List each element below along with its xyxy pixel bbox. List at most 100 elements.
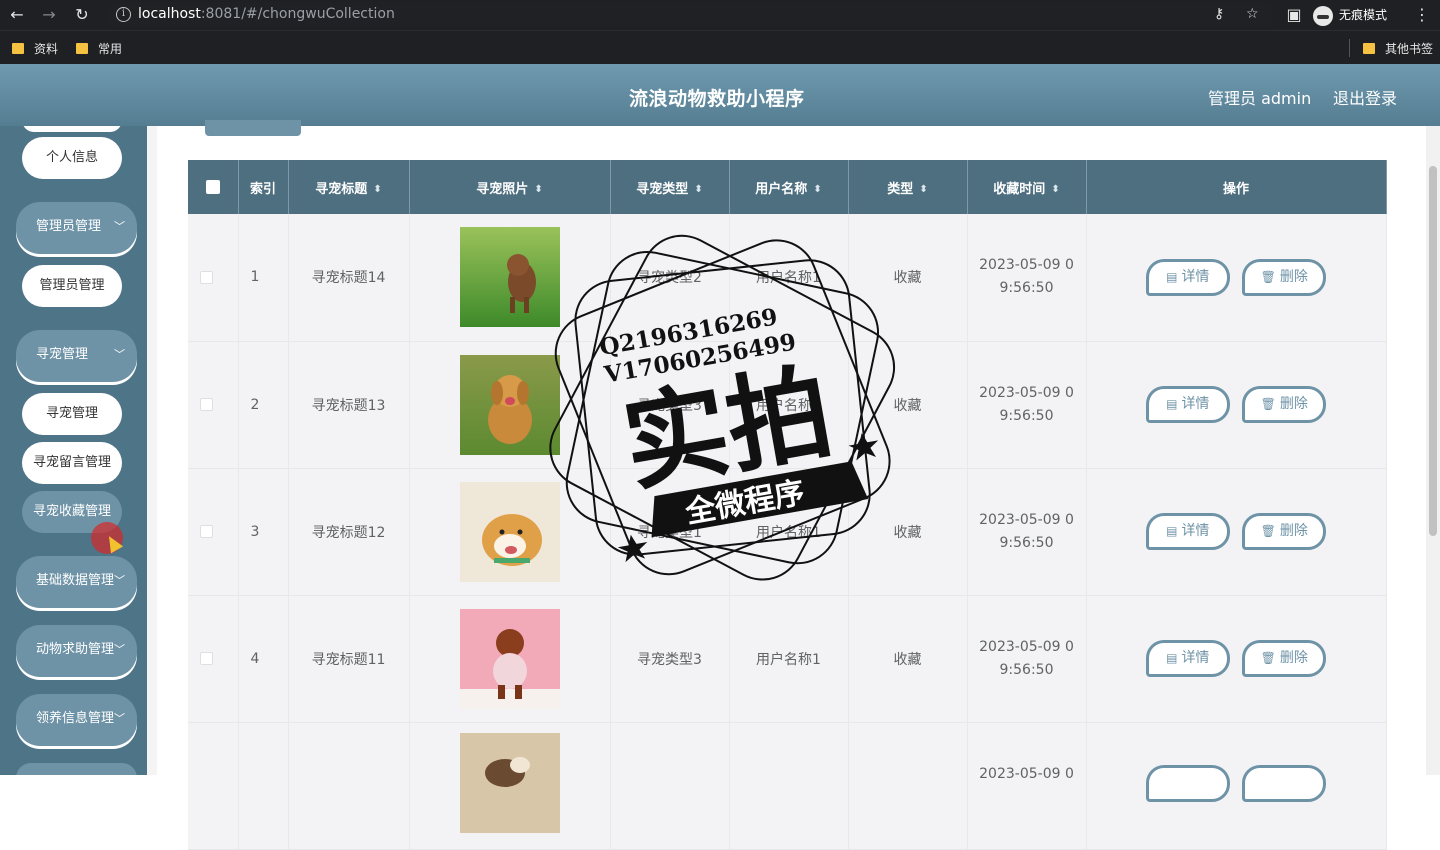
page-scrollbar[interactable] [1426,126,1440,775]
back-icon[interactable]: ← [6,4,28,26]
cell-ops [1086,722,1387,850]
detail-button[interactable] [1145,764,1230,802]
cell-index: 2 [238,341,289,469]
sidebar-group-admin[interactable]: 管理员管理 ﹀ [16,202,137,254]
table-header-row: 索引 寻宠标题 ⬍ 寻宠照片 ⬍ 寻宠类型 ⬍ 用户名称 ⬍ 类型 ⬍ 收藏时间 ⬍ 操作 [188,160,1387,214]
select-all-header[interactable] [188,160,239,214]
sidebar-group-cut[interactable] [16,763,137,775]
row-checkbox[interactable] [200,652,213,665]
detail-button[interactable]: ▤ 详情 [1145,513,1230,550]
bookmarks-bar: 资料 常用 其他书签 [0,30,1440,64]
table-row: 2 寻宠标题13 寻宠类型3 用户名称1 收藏 2023-05-09 0 9:56… [188,341,1387,469]
sidebar-item-profile[interactable]: 个人信息 [22,137,122,179]
sidebar-group-rescue[interactable]: 动物求助管理 ﹀ [16,625,137,677]
key-icon[interactable]: ⚷ [1214,6,1224,22]
menu-icon[interactable]: ⋮ [1411,4,1433,26]
row-select[interactable] [188,468,239,596]
select-all-checkbox[interactable] [205,180,220,194]
document-icon: ▤ [1166,651,1178,665]
document-icon: ▤ [1166,269,1178,284]
pet-photo[interactable] [459,227,560,328]
sort-icon[interactable]: ⬍ [1051,184,1059,195]
cell-title: 寻宠标题14 [288,214,410,342]
scrollbar-thumb[interactable] [1429,166,1437,536]
cell-photo [409,722,611,850]
pet-photo[interactable] [459,732,560,833]
sort-icon[interactable]: ⬍ [919,184,927,195]
cell-index: 3 [238,468,289,596]
app-title: 流浪动物救助小程序 [629,88,805,110]
row-select[interactable] [188,722,239,850]
row-checkbox[interactable] [200,525,213,538]
col-photo[interactable]: 寻宠照片 ⬍ [409,160,611,214]
delete-button[interactable]: 🗑 删除 [1242,640,1327,677]
delete-button[interactable]: 🗑 删除 [1242,258,1327,296]
sidebar-item-findpet-messages[interactable]: 寻宠留言管理 [22,442,122,484]
cell-time: 2023-05-09 0 [967,722,1087,850]
bookmark-folder[interactable]: 常用 [76,40,122,57]
sort-icon[interactable]: ⬍ [813,184,821,195]
chevron-down-icon: ﹀ [114,574,125,587]
cell-time: 2023-05-09 0 9:56:50 [967,468,1087,596]
col-time[interactable]: 收藏时间 ⬍ [967,160,1087,214]
col-username[interactable]: 用户名称 ⬍ [729,160,849,214]
sidebar-item-cut[interactable] [22,126,122,132]
row-checkbox[interactable] [200,270,213,284]
table-row: 3 寻宠标题12 寻宠类型1 用户名称1 收藏 2023-05-09 0 9:56… [188,468,1387,596]
delete-button[interactable] [1242,764,1327,802]
col-pet-type[interactable]: 寻宠类型 ⬍ [610,160,730,214]
cell-pet-type: 寻宠类型3 [610,341,730,469]
other-bookmarks[interactable]: 其他书签 [1363,40,1433,57]
incognito-icon [1313,5,1333,26]
sidebar-group-findpet[interactable]: 寻宠管理 ﹀ [16,330,137,382]
address-bar[interactable]: i localhost:8081/#/chongwuCollection ⚷ ☆ [108,2,1274,27]
sort-icon[interactable]: ⬍ [373,184,381,195]
cell-username: 用户名称1 [729,214,849,342]
collection-table: 索引 寻宠标题 ⬍ 寻宠照片 ⬍ 寻宠类型 ⬍ 用户名称 ⬍ 类型 ⬍ 收藏时间 ⬍ 操作 … [188,160,1387,850]
col-type[interactable]: 类型 ⬍ [848,160,968,214]
trash-icon: 🗑 [1260,651,1276,665]
logout-link[interactable]: 退出登录 [1333,85,1397,109]
sidebar-item-admin[interactable]: 管理员管理 [22,265,122,307]
delete-button[interactable]: 🗑 删除 [1242,386,1327,423]
cell-username: 用户名称1 [729,468,849,596]
delete-button[interactable]: 🗑 删除 [1242,513,1327,550]
cell-type: 收藏 [848,468,968,596]
sidebar-item-findpet[interactable]: 寻宠管理 [22,393,122,435]
bookmark-separator [1349,39,1350,57]
toolbar-button-partial[interactable] [205,120,301,136]
row-select[interactable] [188,341,239,469]
chevron-down-icon: ﹀ [114,348,125,361]
incognito-indicator: 无痕模式 [1313,4,1387,26]
col-title[interactable]: 寻宠标题 ⬍ [288,160,410,214]
cell-index [238,722,289,850]
forward-icon[interactable]: → [38,4,60,26]
detail-button[interactable]: ▤ 详情 [1145,258,1230,296]
row-select[interactable] [188,214,239,342]
row-checkbox[interactable] [200,398,213,411]
sort-icon[interactable]: ⬍ [694,184,702,195]
detail-button[interactable]: ▤ 详情 [1145,640,1230,677]
cell-ops: ▤ 详情 🗑 删除 [1086,214,1387,342]
col-ops: 操作 [1086,160,1387,214]
site-info-icon[interactable]: i [116,7,131,22]
chevron-down-icon: ﹀ [114,643,125,656]
pet-photo[interactable] [459,481,560,582]
sidebar-group-basedata[interactable]: 基础数据管理 ﹀ [16,556,137,608]
sort-icon[interactable]: ⬍ [534,184,542,195]
pet-photo[interactable] [459,608,560,709]
bookmark-star-icon[interactable]: ☆ [1246,6,1259,22]
table-row: 1 寻宠标题14 寻宠类型2 用户名称1 收藏 2023-05-09 0 9:56… [188,214,1387,342]
reload-icon[interactable]: ↻ [71,4,93,26]
sidebar: 个人信息 管理员管理 ﹀ 管理员管理 寻宠管理 ﹀ 寻宠管理 寻宠留言管理 寻宠收藏… [0,126,147,775]
trash-icon: 🗑 [1260,397,1276,411]
bookmark-folder[interactable]: 资料 [12,40,58,57]
row-select[interactable] [188,595,239,723]
url-text: localhost:8081/#/chongwuCollection [138,6,395,22]
sidebar-group-adoption[interactable]: 领养信息管理 ﹀ [16,694,137,746]
cell-photo [409,595,611,723]
pet-photo[interactable] [459,354,560,455]
sidepanel-icon[interactable]: ▣ [1283,4,1305,26]
table-row: 4 寻宠标题11 寻宠类型3 用户名称1 收藏 2023-05-09 0 9:56… [188,595,1387,723]
detail-button[interactable]: ▤ 详情 [1145,386,1230,423]
